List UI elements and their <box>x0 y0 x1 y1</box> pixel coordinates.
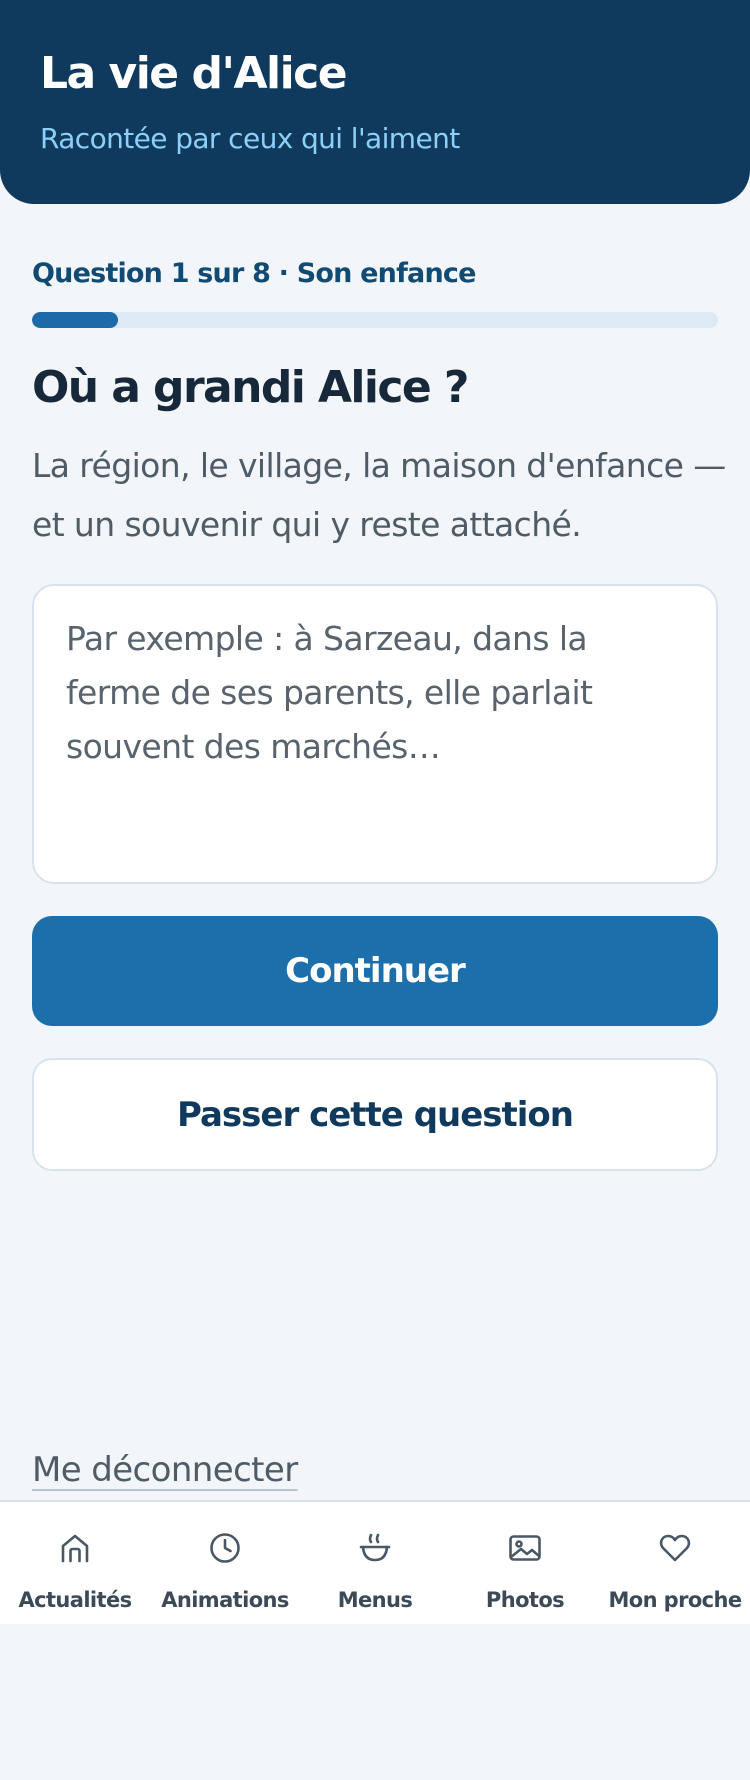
app-subtitle: Racontée par ceux qui l'aiment <box>40 122 460 155</box>
answer-input[interactable] <box>32 584 718 884</box>
progress-bar-fill <box>32 312 118 328</box>
continue-button[interactable]: Continuer <box>32 916 718 1026</box>
question-hint: La région, le village, la maison d'enfan… <box>32 446 726 544</box>
clock-icon <box>207 1530 243 1566</box>
question-step-label: Question 1 sur 8 · Son enfance <box>32 258 476 289</box>
bottom-navigation: Actualités Animations Menus Photos Mon p… <box>0 1500 750 1624</box>
progress-bar <box>32 312 718 328</box>
question-title: Où a grandi Alice ? <box>32 362 469 413</box>
nav-item-actualites[interactable]: Actualités <box>0 1502 150 1624</box>
skip-question-button[interactable]: Passer cette question <box>32 1058 718 1171</box>
nav-label-actualites: Actualités <box>18 1588 132 1612</box>
bowl-icon <box>357 1530 393 1566</box>
nav-label-mon-proche: Mon proche <box>608 1588 742 1612</box>
nav-item-mon-proche[interactable]: Mon proche <box>600 1502 750 1624</box>
app-title: La vie d'Alice <box>40 48 348 99</box>
image-icon <box>507 1530 543 1566</box>
nav-label-photos: Photos <box>485 1588 565 1612</box>
nav-item-animations[interactable]: Animations <box>150 1502 300 1624</box>
home-icon <box>57 1530 93 1566</box>
nav-label-animations: Animations <box>161 1588 289 1612</box>
heart-icon <box>657 1530 693 1566</box>
nav-label-menus: Menus <box>337 1588 413 1612</box>
nav-item-photos[interactable]: Photos <box>450 1502 600 1624</box>
logout-link[interactable]: Me déconnecter <box>32 1450 298 1490</box>
app-header: La vie d'Alice Racontée par ceux qui l'a… <box>0 0 750 204</box>
nav-item-menus[interactable]: Menus <box>300 1502 450 1624</box>
